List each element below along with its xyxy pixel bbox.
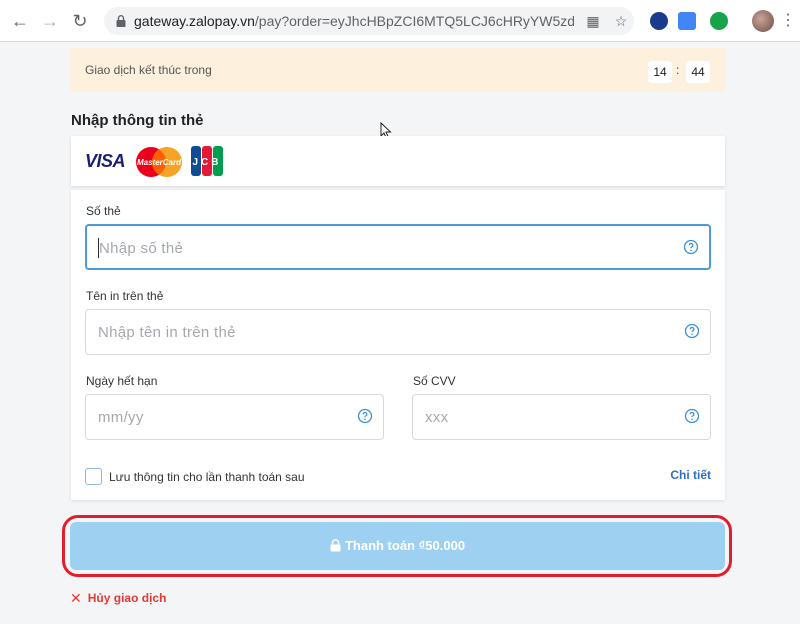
mastercard-logo: MasterCard: [136, 147, 182, 177]
form-title: Nhập thông tin thẻ: [71, 112, 204, 129]
cvv-placeholder: xxx: [425, 409, 449, 426]
browser-toolbar: ← → ↻ gateway.zalopay.vn/pay?order=eyJhc…: [0, 0, 800, 42]
close-icon: ✕: [70, 590, 82, 606]
extension-green-icon[interactable]: [710, 12, 728, 30]
back-icon[interactable]: ←: [8, 9, 32, 33]
card-form: Số thẻ Nhập số thẻ Tên in trên thẻ Nhập …: [71, 190, 725, 500]
reload-icon[interactable]: ↻: [68, 9, 92, 33]
detail-link[interactable]: Chi tiết: [670, 468, 711, 482]
card-number-label: Số thẻ: [86, 204, 121, 218]
card-name-label: Tên in trên thẻ: [86, 289, 164, 303]
save-info-checkbox[interactable]: [85, 468, 102, 485]
timer-separator: :: [676, 63, 680, 77]
cvv-input[interactable]: xxx: [412, 394, 711, 440]
expiry-input[interactable]: mm/yy: [85, 394, 384, 440]
expiry-label: Ngày hết hạn: [86, 374, 158, 388]
translate-icon[interactable]: ▦: [584, 12, 602, 30]
visa-logo: VISA: [85, 151, 126, 171]
extension-d-icon[interactable]: [650, 12, 668, 30]
expiry-placeholder: mm/yy: [98, 409, 144, 426]
profile-avatar[interactable]: [752, 10, 774, 32]
save-info-label: Lưu thông tin cho lần thanh toán sau: [109, 470, 305, 484]
cvv-label: Số CVV: [413, 374, 456, 388]
help-icon[interactable]: [684, 323, 700, 339]
timer-seconds: 44: [686, 61, 710, 83]
timer-label: Giao dịch kết thúc trong: [85, 63, 212, 77]
card-number-placeholder: Nhập số thẻ: [99, 240, 184, 257]
more-menu-icon[interactable]: ⋮: [780, 10, 796, 32]
cancel-transaction-link[interactable]: ✕ Hủy giao dịch: [70, 590, 166, 607]
address-bar[interactable]: gateway.zalopay.vn/pay?order=eyJhcHBpZCI…: [104, 7, 634, 35]
card-number-input[interactable]: Nhập số thẻ: [85, 224, 711, 270]
google-translate-icon[interactable]: [678, 12, 696, 30]
pay-button-label: Thanh toán ₫50.000: [344, 538, 466, 553]
timer-minutes: 14: [648, 61, 672, 83]
help-icon[interactable]: [684, 408, 700, 424]
cancel-label: Hủy giao dịch: [87, 591, 167, 605]
timer-banner: Giao dịch kết thúc trong 14 : 44: [70, 48, 726, 92]
card-name-placeholder: Nhập tên in trên thẻ: [98, 324, 236, 341]
payment-page: Giao dịch kết thúc trong 14 : 44 Nhập th…: [0, 42, 800, 624]
jcb-text: JCB: [192, 157, 221, 168]
star-icon[interactable]: ☆: [612, 12, 630, 30]
forward-icon[interactable]: →: [38, 9, 62, 33]
help-icon[interactable]: [683, 239, 699, 255]
jcb-logo: JCB: [191, 146, 223, 176]
url-text: gateway.zalopay.vn/pay?order=eyJhcHBpZCI…: [134, 13, 574, 29]
pay-button[interactable]: Thanh toán ₫50.000: [70, 522, 725, 570]
help-icon[interactable]: [357, 408, 373, 424]
card-name-input[interactable]: Nhập tên in trên thẻ: [85, 309, 711, 355]
card-brands-strip: VISA MasterCard JCB: [71, 136, 725, 186]
mastercard-text: MasterCard: [137, 158, 182, 167]
lock-icon: [330, 538, 341, 552]
secure-lock-icon: [116, 15, 126, 27]
